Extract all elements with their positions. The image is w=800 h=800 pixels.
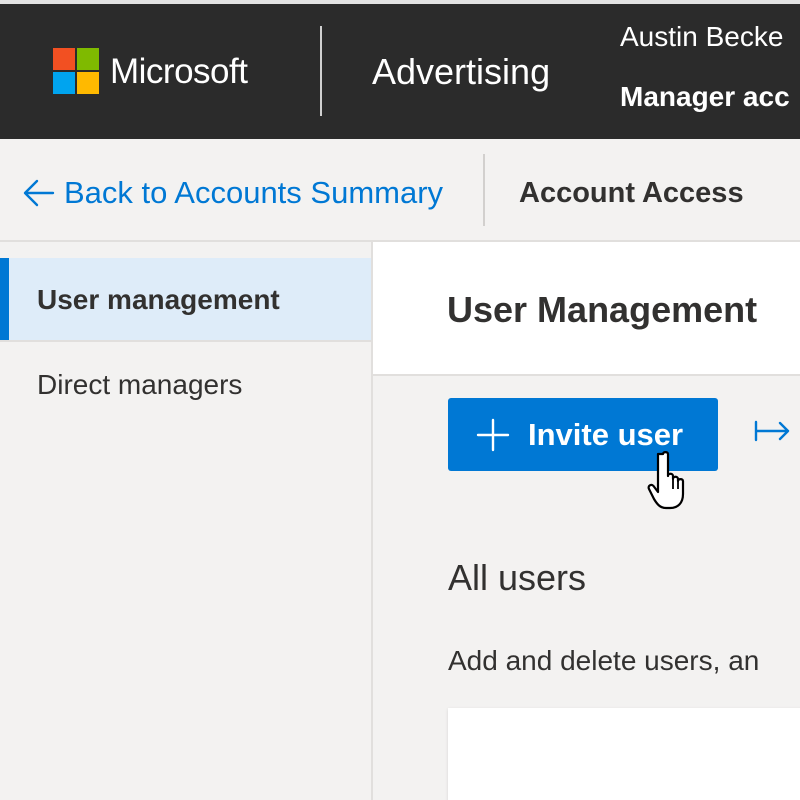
main-content: User Management Invite user All users Ad… [373,242,800,800]
sidebar-item-direct-managers[interactable]: Direct managers [0,343,371,427]
header-divider [320,26,322,116]
product-name[interactable]: Advertising [372,50,550,94]
hand-pointer-cursor-icon [647,451,685,510]
brand-name[interactable]: Microsoft [110,50,248,94]
window-edge [0,0,800,4]
sidebar-item-label: User management [37,284,280,315]
logo-green-square [77,48,99,70]
sidebar: User management Direct managers [0,242,373,800]
logo-blue-square [53,72,75,94]
invite-user-label: Invite user [528,416,684,452]
account-type[interactable]: Manager acc [620,78,790,116]
plus-icon [476,418,510,451]
breadcrumb: Back to Accounts Summary Account Access [0,139,800,242]
top-header-bar: Microsoft Advertising Austin Becke Manag… [0,0,800,139]
breadcrumb-current: Account Access [519,177,744,209]
users-table-card [448,708,800,800]
section-title: All users [448,557,587,598]
user-name[interactable]: Austin Becke [620,18,783,56]
microsoft-logo-icon[interactable] [53,48,99,94]
sidebar-item-user-management[interactable]: User management [0,258,371,342]
main-header: User Management [373,242,800,376]
active-indicator [0,258,9,342]
back-link-label: Back to Accounts Summary [64,175,444,210]
breadcrumb-divider [483,154,485,226]
logo-yellow-square [77,72,99,94]
page-title: User Management [447,289,758,330]
arrow-right-bar-icon[interactable] [753,416,793,446]
sidebar-divider [0,340,371,342]
back-to-accounts-link[interactable]: Back to Accounts Summary [22,173,443,213]
section-description: Add and delete users, an [448,645,760,676]
sidebar-item-label: Direct managers [37,369,243,400]
arrow-left-icon [23,179,55,207]
logo-red-square [53,48,75,70]
